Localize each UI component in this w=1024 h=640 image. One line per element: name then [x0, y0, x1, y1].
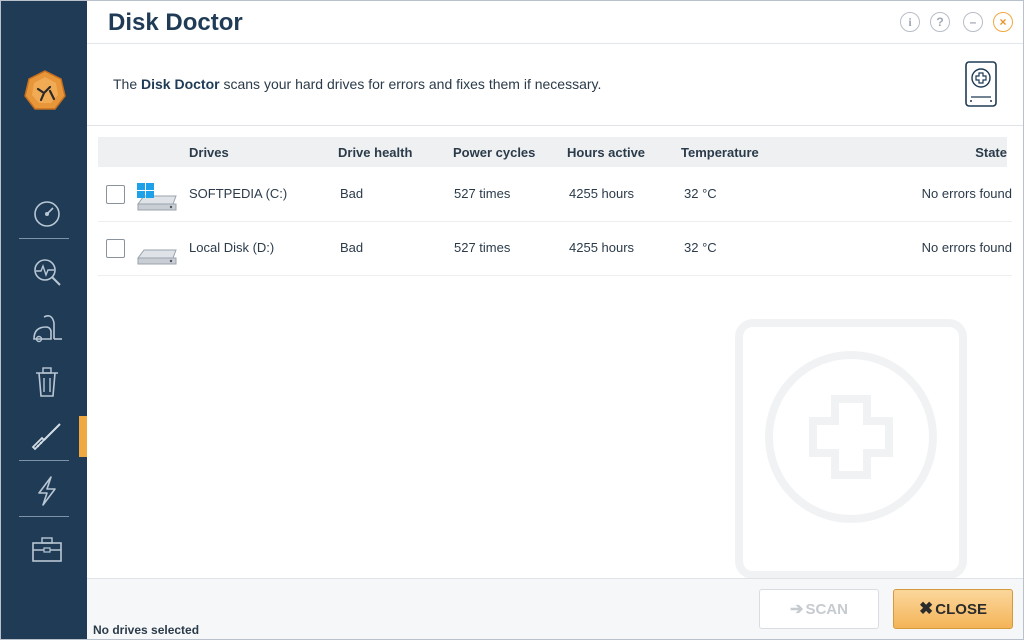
hours-active: 4255 hours	[569, 240, 635, 255]
description-suffix: scans your hard drives for errors and fi…	[219, 76, 602, 92]
sidebar-item-maintain[interactable]	[19, 413, 75, 461]
header-divider	[87, 125, 1023, 126]
title-bar: Disk Doctor i ? – ×	[87, 1, 1023, 44]
screwdriver-icon	[31, 423, 61, 451]
sidebar-item-clean[interactable]	[19, 303, 75, 351]
column-header-power-cycles[interactable]: Power cycles	[453, 145, 535, 160]
disk-doctor-icon	[965, 61, 997, 107]
help-button[interactable]: ?	[930, 12, 950, 32]
close-button[interactable]: ✖ CLOSE	[893, 589, 1013, 629]
description-prefix: The	[113, 76, 142, 92]
table-header: Drives Drive health Power cycles Hours a…	[98, 137, 1007, 167]
scan-button[interactable]: ➔ SCAN	[759, 589, 879, 629]
drive-state: No errors found	[921, 240, 1012, 255]
arrow-right-icon: ➔	[790, 601, 804, 618]
sidebar-divider	[19, 238, 69, 239]
lightning-icon	[38, 476, 56, 506]
hours-active: 4255 hours	[569, 186, 635, 201]
column-header-hours-active[interactable]: Hours active	[567, 145, 645, 160]
drive-icon	[137, 249, 177, 265]
drive-state: No errors found	[921, 186, 1012, 201]
system-drive-icon	[137, 183, 177, 211]
magnifier-pulse-icon	[34, 259, 61, 286]
column-header-health[interactable]: Drive health	[338, 145, 412, 160]
close-window-button[interactable]: ×	[993, 12, 1013, 32]
drive-checkbox[interactable]	[106, 239, 125, 258]
column-header-temperature[interactable]: Temperature	[681, 145, 759, 160]
close-label: CLOSE	[935, 600, 987, 618]
sidebar-item-optimize[interactable]	[19, 467, 75, 515]
app-logo-icon	[24, 70, 66, 110]
gauge-icon	[34, 201, 60, 227]
vacuum-icon	[33, 315, 62, 343]
drive-health: Bad	[340, 240, 364, 255]
description-app-name: Disk Doctor	[141, 76, 220, 92]
power-cycles: 527 times	[454, 240, 511, 255]
temperature: 32 °C	[684, 186, 717, 201]
close-x-icon: ✖	[919, 599, 934, 618]
power-cycles: 527 times	[454, 186, 511, 201]
background-watermark-icon	[735, 319, 967, 579]
drive-name: Local Disk (D:)	[189, 240, 275, 255]
sidebar-item-uninstall[interactable]	[19, 358, 75, 406]
description-text: The Disk Doctor scans your hard drives f…	[113, 76, 601, 92]
sidebar-item-dashboard[interactable]	[19, 190, 75, 238]
drive-health: Bad	[340, 186, 364, 201]
column-header-drives[interactable]: Drives	[189, 145, 229, 160]
active-indicator	[79, 416, 87, 457]
page-title: Disk Doctor	[108, 9, 243, 36]
sidebar	[1, 1, 87, 639]
trash-icon	[36, 367, 58, 397]
drive-name: SOFTPEDIA (C:)	[189, 186, 288, 201]
status-text: No drives selected	[93, 623, 200, 637]
sidebar-divider	[19, 460, 69, 461]
sidebar-divider	[19, 516, 69, 517]
sidebar-item-analyze[interactable]	[19, 248, 75, 296]
scan-label: SCAN	[805, 600, 848, 618]
minimize-button[interactable]: –	[963, 12, 983, 32]
app-window: Disk Doctor i ? – × The Disk Doctor scan…	[0, 0, 1024, 640]
sidebar-item-tools[interactable]	[19, 525, 75, 573]
footer: No drives selected ➔ SCAN ✖ CLOSE	[87, 578, 1023, 639]
column-header-state[interactable]: State	[975, 145, 1007, 160]
table-row[interactable]: Local Disk (D:) Bad 527 times 4255 hours…	[98, 222, 1012, 276]
temperature: 32 °C	[684, 240, 717, 255]
toolbox-icon	[32, 537, 62, 562]
info-button[interactable]: i	[900, 12, 920, 32]
drive-checkbox[interactable]	[106, 185, 125, 204]
table-row[interactable]: SOFTPEDIA (C:) Bad 527 times 4255 hours …	[98, 168, 1012, 222]
